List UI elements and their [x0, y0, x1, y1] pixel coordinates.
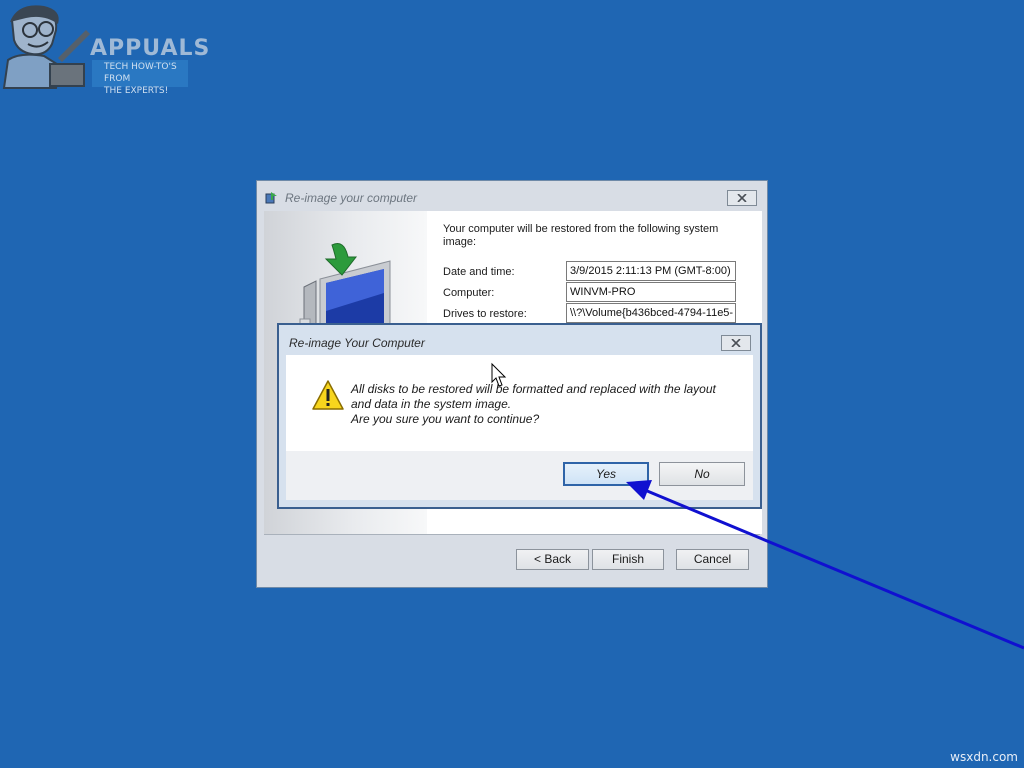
confirm-title: Re-image Your Computer — [289, 336, 425, 350]
confirm-message-area: All disks to be restored will be formatt… — [286, 355, 753, 451]
computer-label: Computer: — [443, 287, 495, 299]
wizard-divider — [264, 534, 760, 535]
no-button[interactable]: No — [659, 462, 745, 486]
back-button[interactable]: < Back — [516, 549, 589, 570]
site-watermark: wsxdn.com — [950, 750, 1018, 764]
wizard-titlebar[interactable]: Re-image your computer — [257, 181, 767, 211]
wizard-title: Re-image your computer — [285, 191, 418, 205]
logo-tagline: TECH HOW-TO'S FROM THE EXPERTS! — [92, 60, 188, 96]
close-icon — [737, 194, 747, 202]
confirm-button-bar: Yes No — [286, 451, 753, 500]
cancel-button[interactable]: Cancel — [676, 549, 749, 570]
drives-label: Drives to restore: — [443, 308, 527, 320]
drives-field: \\?\Volume{b436bced-4794-11e5- — [566, 303, 736, 323]
warning-icon — [312, 380, 344, 410]
computer-field: WINVM-PRO — [566, 282, 736, 302]
appuals-logo: APPUALS TECH HOW-TO'S FROM THE EXPERTS! — [0, 0, 209, 96]
confirm-close-button[interactable] — [721, 335, 751, 351]
wizard-intro-text: Your computer will be restored from the … — [443, 223, 719, 248]
mascot-icon — [2, 5, 90, 89]
wizard-close-button[interactable] — [727, 190, 757, 206]
yes-button[interactable]: Yes — [563, 462, 649, 486]
confirm-dialog: Re-image Your Computer All disks to be r… — [277, 323, 762, 509]
close-icon — [731, 339, 741, 347]
backup-restore-icon — [265, 192, 277, 204]
date-time-field: 3/9/2015 2:11:13 PM (GMT-8:00) — [566, 261, 736, 281]
logo-wordmark: APPUALS — [90, 36, 211, 61]
finish-button[interactable]: Finish — [592, 549, 664, 570]
computer-restore-icon — [299, 243, 391, 331]
date-time-label: Date and time: — [443, 266, 515, 278]
confirm-message: All disks to be restored will be formatt… — [351, 382, 716, 426]
